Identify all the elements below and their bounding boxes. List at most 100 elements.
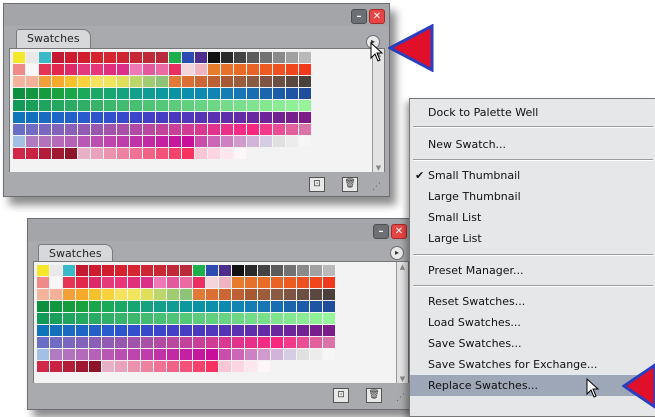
swatch[interactable]: [143, 100, 155, 111]
swatch[interactable]: [221, 112, 233, 123]
swatch[interactable]: [117, 52, 129, 63]
swatch[interactable]: [245, 349, 257, 360]
swatch[interactable]: [169, 88, 181, 99]
swatch[interactable]: [221, 148, 233, 159]
swatch[interactable]: [154, 337, 166, 348]
swatch[interactable]: [208, 124, 220, 135]
swatch[interactable]: [167, 337, 179, 348]
swatch[interactable]: [323, 313, 335, 324]
swatch[interactable]: [258, 301, 270, 312]
swatch[interactable]: [154, 265, 166, 276]
swatch[interactable]: [323, 349, 335, 360]
swatch[interactable]: [154, 289, 166, 300]
trash-icon[interactable]: 🗑: [342, 177, 358, 192]
swatch[interactable]: [89, 265, 101, 276]
swatch[interactable]: [208, 148, 220, 159]
swatch[interactable]: [63, 325, 75, 336]
swatch[interactable]: [78, 148, 90, 159]
swatch[interactable]: [195, 76, 207, 87]
swatch[interactable]: [299, 124, 311, 135]
swatch[interactable]: [299, 88, 311, 99]
swatch[interactable]: [91, 64, 103, 75]
swatch[interactable]: [13, 112, 25, 123]
swatch[interactable]: [26, 88, 38, 99]
swatch[interactable]: [182, 124, 194, 135]
swatch[interactable]: [141, 361, 153, 372]
swatch[interactable]: [63, 277, 75, 288]
swatch[interactable]: [286, 76, 298, 87]
swatch[interactable]: [310, 301, 322, 312]
swatch[interactable]: [206, 277, 218, 288]
swatch[interactable]: [156, 52, 168, 63]
swatch[interactable]: [284, 301, 296, 312]
swatch[interactable]: [245, 337, 257, 348]
swatch[interactable]: [169, 100, 181, 111]
swatch[interactable]: [104, 112, 116, 123]
swatch[interactable]: [143, 136, 155, 147]
swatch[interactable]: [245, 265, 257, 276]
swatch[interactable]: [234, 88, 246, 99]
swatch[interactable]: [234, 76, 246, 87]
swatch[interactable]: [143, 112, 155, 123]
swatch[interactable]: [234, 148, 246, 159]
swatch[interactable]: [91, 148, 103, 159]
swatch[interactable]: [232, 301, 244, 312]
swatch[interactable]: [39, 124, 51, 135]
swatch[interactable]: [39, 100, 51, 111]
swatch[interactable]: [104, 100, 116, 111]
swatch[interactable]: [258, 289, 270, 300]
swatch[interactable]: [180, 313, 192, 324]
swatch[interactable]: [52, 52, 64, 63]
swatch[interactable]: [156, 112, 168, 123]
swatch[interactable]: [206, 289, 218, 300]
swatch[interactable]: [247, 100, 259, 111]
swatch[interactable]: [117, 76, 129, 87]
swatch[interactable]: [37, 289, 49, 300]
swatch[interactable]: [247, 76, 259, 87]
swatch[interactable]: [180, 265, 192, 276]
swatch[interactable]: [76, 361, 88, 372]
vertical-scrollbar[interactable]: ▲ ▼: [396, 262, 408, 384]
swatch[interactable]: [299, 136, 311, 147]
swatch[interactable]: [78, 112, 90, 123]
swatch[interactable]: [156, 148, 168, 159]
swatch[interactable]: [102, 349, 114, 360]
swatch[interactable]: [128, 337, 140, 348]
swatch[interactable]: [260, 100, 272, 111]
swatch[interactable]: [232, 289, 244, 300]
swatch[interactable]: [219, 277, 231, 288]
scroll-up-icon[interactable]: ▲: [397, 262, 408, 272]
swatch[interactable]: [130, 76, 142, 87]
swatch[interactable]: [232, 313, 244, 324]
swatch[interactable]: [91, 88, 103, 99]
swatch[interactable]: [104, 148, 116, 159]
menu-item-save-swatches[interactable]: Save Swatches...: [410, 333, 655, 354]
swatch[interactable]: [154, 361, 166, 372]
swatch[interactable]: [234, 52, 246, 63]
swatch[interactable]: [115, 337, 127, 348]
swatch[interactable]: [91, 124, 103, 135]
swatch[interactable]: [50, 337, 62, 348]
swatch[interactable]: [65, 112, 77, 123]
swatch[interactable]: [154, 277, 166, 288]
swatch[interactable]: [180, 301, 192, 312]
swatch[interactable]: [89, 301, 101, 312]
swatch[interactable]: [167, 313, 179, 324]
swatch[interactable]: [245, 361, 257, 372]
swatch[interactable]: [182, 100, 194, 111]
swatch[interactable]: [297, 337, 309, 348]
swatch[interactable]: [247, 124, 259, 135]
menu-item-save-swatches-for-exchange[interactable]: Save Swatches for Exchange...: [410, 354, 655, 375]
menu-item-new-swatch[interactable]: New Swatch...: [410, 134, 655, 155]
swatch[interactable]: [286, 100, 298, 111]
swatch[interactable]: [65, 88, 77, 99]
swatch[interactable]: [13, 88, 25, 99]
swatch[interactable]: [128, 325, 140, 336]
swatch[interactable]: [273, 88, 285, 99]
swatch[interactable]: [104, 64, 116, 75]
swatch[interactable]: [245, 289, 257, 300]
swatch[interactable]: [219, 337, 231, 348]
swatch[interactable]: [26, 64, 38, 75]
swatch[interactable]: [65, 148, 77, 159]
swatch[interactable]: [180, 325, 192, 336]
